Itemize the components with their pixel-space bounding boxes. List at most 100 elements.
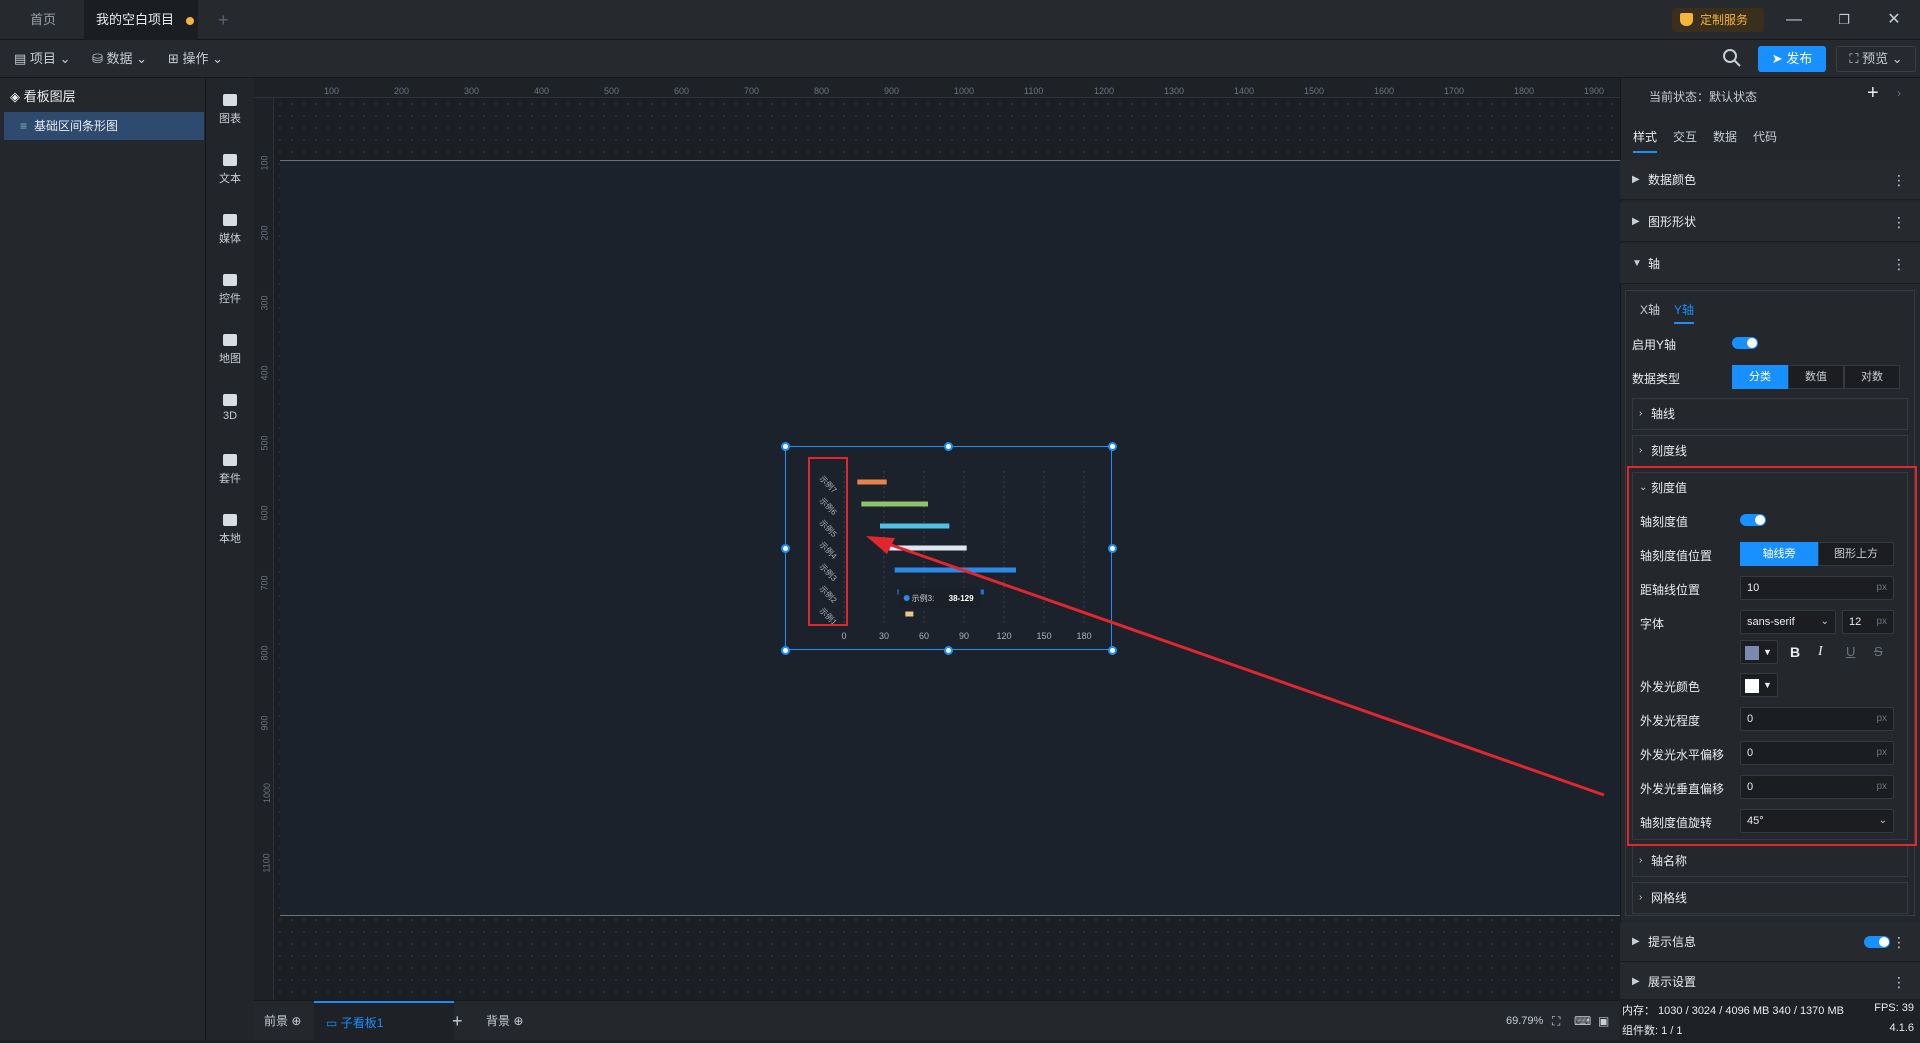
custom-service-button[interactable]: 定制服务 [1672,8,1764,32]
tool-2[interactable]: 媒体 [206,210,254,246]
more-icon[interactable]: ⋮ [1892,962,1906,1002]
keyboard-icon[interactable]: ⌨ [1574,1001,1591,1041]
section-shape[interactable]: ▶ 图形形状 ⋮ [1620,202,1920,242]
tab-y-axis[interactable]: Y轴 [1674,301,1695,324]
chevron-right-icon: › [1639,445,1643,456]
tool-3[interactable]: 控件 [206,270,254,306]
fit-icon[interactable]: ⛶ [1552,1001,1560,1041]
range-bar[interactable] [880,523,950,529]
section-display[interactable]: ▶ 展示设置 ⋮ [1620,962,1920,1000]
search-icon[interactable] [1722,48,1742,68]
resize-handle[interactable] [780,645,790,655]
resize-handle[interactable] [944,645,953,655]
more-icon[interactable]: ⋮ [1892,244,1906,284]
terminal-icon[interactable]: ▣ [1598,1001,1609,1041]
tool-1[interactable]: 文本 [206,150,254,186]
ruler-label: 1800 [1514,86,1535,96]
section-data-color[interactable]: ▶ 数据颜色 ⋮ [1620,160,1920,200]
close-button[interactable]: ✕ [1871,0,1917,40]
ruler-label: 800 [814,86,830,96]
add-board-button[interactable]: + [452,1001,463,1041]
subboard-label: 子看板1 [340,1016,384,1030]
layers-panel: ◈ 看板图层 ≡ 基础区间条形图 [0,78,206,1040]
more-icon[interactable]: ⋮ [1892,922,1906,962]
tool-0[interactable]: 图表 [206,90,254,126]
chevron-right-icon: › [1639,892,1643,903]
ruler-label: 1900 [1584,86,1605,96]
data-type-value[interactable]: 数值 [1788,365,1844,389]
menu-data-label: 数据 [106,51,133,66]
menu-data[interactable]: ⛁ 数据 ⌄ [92,40,147,78]
status-bar: 内存： 1030 / 3024 / 4096 MB 340 / 1370 MB … [1620,1000,1920,1040]
section-axis[interactable]: ▼ 轴 ⋮ [1620,244,1920,284]
tab-foreground[interactable]: 前景 ⊕ [264,1001,301,1041]
resize-handle[interactable] [780,543,790,553]
monitor-icon: ▭ [326,1016,338,1030]
tool-label: 3D [222,410,238,422]
range-bar[interactable] [889,545,967,551]
tab-background[interactable]: 背景 ⊕ [486,1001,523,1041]
tool-label: 套件 [219,473,241,485]
subsection-grid[interactable]: › 网格线 [1632,882,1908,914]
menu-project[interactable]: ▤ 项目 ⌄ [14,40,70,78]
tab-x-axis[interactable]: X轴 [1640,301,1660,318]
tool-6[interactable]: 套件 [206,450,254,486]
range-bar[interactable] [857,479,887,485]
chevron-down-icon: ⌄ [212,51,224,66]
unsaved-dot [186,16,195,25]
section-tooltip[interactable]: ▶ 提示信息 ⋮ [1620,922,1920,962]
range-bar[interactable] [861,501,928,507]
tooltip-value: 38-129 [949,594,974,603]
ruler-label: 1100 [1024,86,1044,96]
preview-button[interactable]: ⛶ 预览 ⌄ [1836,46,1916,72]
more-icon[interactable]: ⋮ [1892,160,1906,200]
tool-4[interactable]: 地图 [206,330,254,366]
tab-3[interactable]: 代码 [1753,128,1777,145]
enable-y-toggle[interactable] [1732,337,1758,349]
subsection-axis-line[interactable]: › 轴线 [1632,398,1908,430]
ruler-label: 600 [259,505,270,521]
tab-home[interactable]: 首页 [18,0,68,40]
subsection-tick-line[interactable]: › 刻度线 [1632,435,1908,467]
ruler-label: 200 [394,86,410,96]
tooltip-toggle[interactable] [1864,936,1890,948]
resize-handle[interactable] [780,441,790,451]
zoom-level[interactable]: 69.79% [1506,1001,1543,1041]
data-type-log[interactable]: 对数 [1844,365,1900,389]
menu-operate[interactable]: ⊞ 操作 ⌄ [168,40,223,78]
tab-project[interactable]: 我的空白项目 [84,0,198,40]
add-state-button[interactable]: + [1867,82,1879,105]
chevron-right-icon: › [1639,408,1643,419]
panel-tabs: 样式 交互 数据 代码 [1633,124,1913,153]
layer-item[interactable]: ≡ 基础区间条形图 [4,112,204,140]
caret-right-icon: ▶ [1632,174,1640,185]
data-type-category[interactable]: 分类 [1732,365,1788,389]
tool-5[interactable]: 3D [206,390,254,422]
subsection-axis-name[interactable]: › 轴名称 [1632,845,1908,877]
resize-handle[interactable] [1107,441,1117,451]
ruler-label: 700 [259,575,270,591]
tool-label: 图表 [219,113,241,125]
subsection-label: 刻度线 [1651,444,1688,458]
range-bar[interactable] [905,611,914,617]
chevron-right-icon[interactable]: › [1897,86,1901,100]
restore-button[interactable]: ❐ [1821,0,1867,40]
tab-0[interactable]: 样式 [1633,128,1658,153]
tab-subboard[interactable]: ▭ 子看板1 [314,1001,454,1041]
minimize-button[interactable]: — [1771,0,1817,40]
resize-handle[interactable] [1107,543,1117,553]
ruler-label: 1500 [1304,86,1325,96]
tab-2[interactable]: 数据 [1713,128,1737,145]
x-tick-label: 60 [919,631,929,641]
publish-button[interactable]: ➤ 发布 [1758,46,1826,72]
resize-handle[interactable] [944,441,953,451]
tool-7[interactable]: 本地 [206,510,254,546]
ruler-label: 400 [534,86,550,96]
new-tab-button[interactable]: + [206,0,241,40]
caret-right-icon: ▶ [1632,216,1640,227]
add-circle-icon: ⊕ [513,1014,524,1028]
more-icon[interactable]: ⋮ [1892,202,1906,242]
range-bar[interactable] [894,567,1016,573]
tab-1[interactable]: 交互 [1673,128,1697,145]
resize-handle[interactable] [1107,645,1117,655]
